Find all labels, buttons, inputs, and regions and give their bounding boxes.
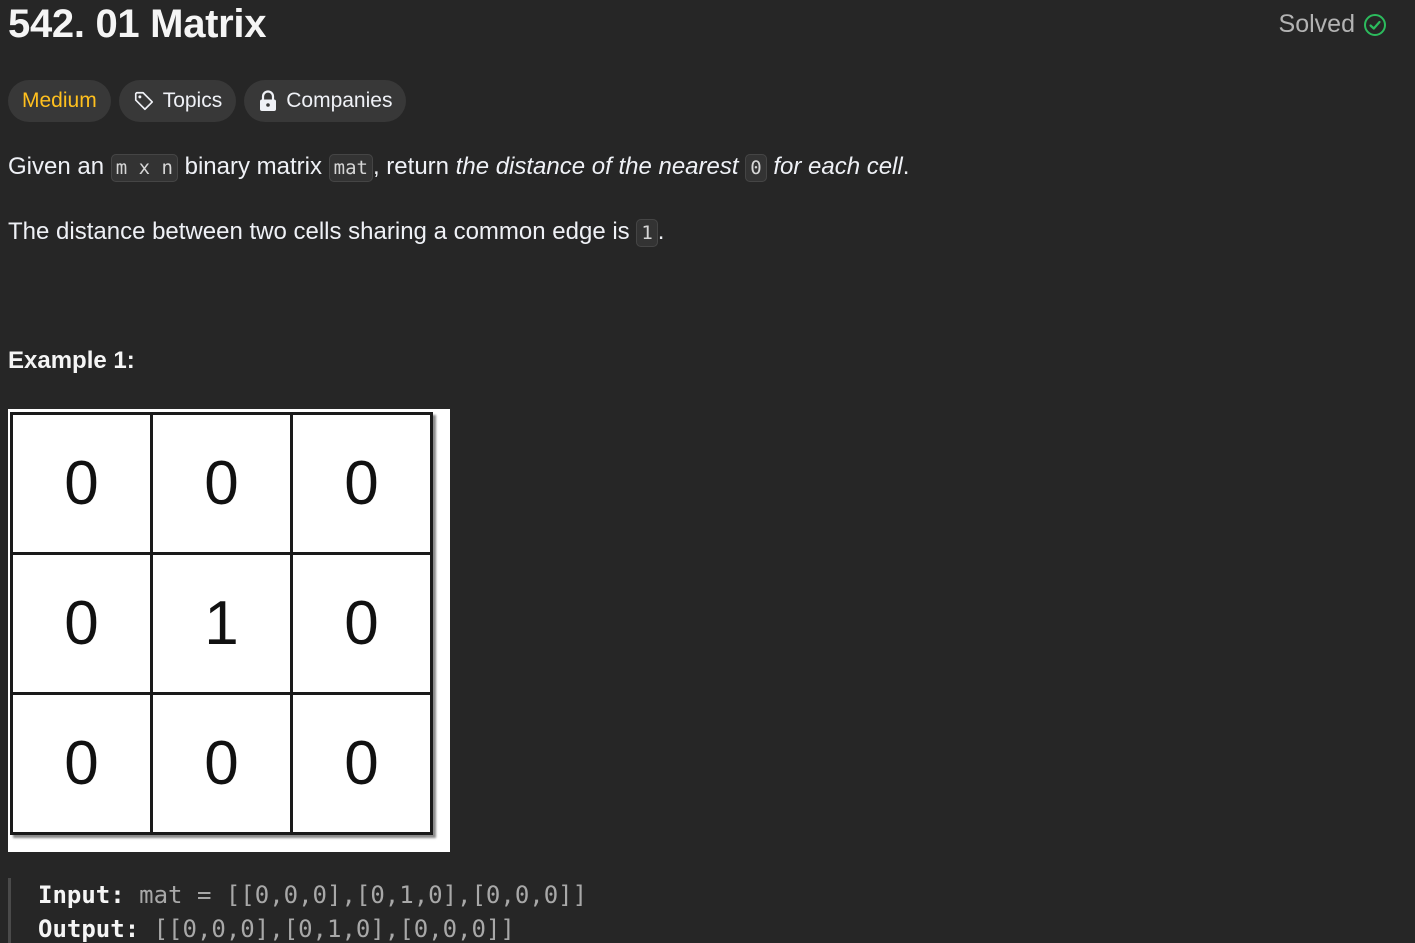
check-circle-icon [1363,13,1387,37]
description-text: . [657,218,665,245]
topics-label: Topics [162,89,223,112]
example-title: Example 1: [8,347,135,374]
input-value: mat = [[0,0,0],[0,1,0],[0,0,0]] [124,881,588,909]
inline-code: 1 [636,219,658,247]
description-paragraph-2: The distance between two cells sharing a… [8,218,665,247]
description-text: Given an [8,153,111,180]
tag-row: Medium Topics Companies [8,80,407,122]
companies-button[interactable]: Companies [244,80,407,122]
companies-label: Companies [286,89,393,112]
description-text: The distance between two cells sharing a… [8,218,637,245]
description-text: binary matrix [177,153,329,180]
matrix-cell: 0 [290,692,430,832]
matrix-cell: 0 [10,552,150,692]
matrix-cell: 0 [150,692,290,832]
description-text: . [902,153,910,180]
solved-status: Solved [1279,10,1387,39]
problem-title[interactable]: 542. 01 Matrix [8,2,266,47]
example-io-block: Input: mat = [[0,0,0],[0,1,0],[0,0,0]] Ou… [8,878,587,943]
example-input-line: Input: mat = [[0,0,0],[0,1,0],[0,0,0]] [38,878,587,912]
inline-code: 0 [745,154,767,182]
matrix-cell: 0 [290,412,430,552]
description-paragraph-1: Given an m x n binary matrix mat, return… [8,153,910,182]
tag-icon [133,90,155,112]
topics-button[interactable]: Topics [118,80,237,122]
solved-label: Solved [1278,10,1355,38]
matrix-grid: 0 0 0 0 1 0 0 0 0 [10,412,433,835]
description-emphasis: for each cell [766,153,903,180]
matrix-cell: 1 [150,552,290,692]
matrix-cell: 0 [10,692,150,832]
inline-code: mat [328,154,373,182]
matrix-cell: 0 [150,412,290,552]
lock-icon [258,90,278,112]
description-emphasis: the distance of the nearest [455,153,746,180]
inline-code: m x n [110,154,178,182]
example-matrix-image: 0 0 0 0 1 0 0 0 0 [8,409,450,852]
difficulty-badge[interactable]: Medium [8,80,111,122]
description-text: , return [372,153,456,180]
difficulty-label: Medium [22,89,97,112]
output-value: [[0,0,0],[0,1,0],[0,0,0]] [139,915,515,943]
example-output-line: Output: [[0,0,0],[0,1,0],[0,0,0]] [38,912,587,943]
input-label: Input: [38,881,125,909]
output-label: Output: [38,915,140,943]
problem-description-panel: 542. 01 Matrix Solved Medium Topics Comp… [0,0,1415,943]
matrix-cell: 0 [10,412,150,552]
matrix-cell: 0 [290,552,430,692]
